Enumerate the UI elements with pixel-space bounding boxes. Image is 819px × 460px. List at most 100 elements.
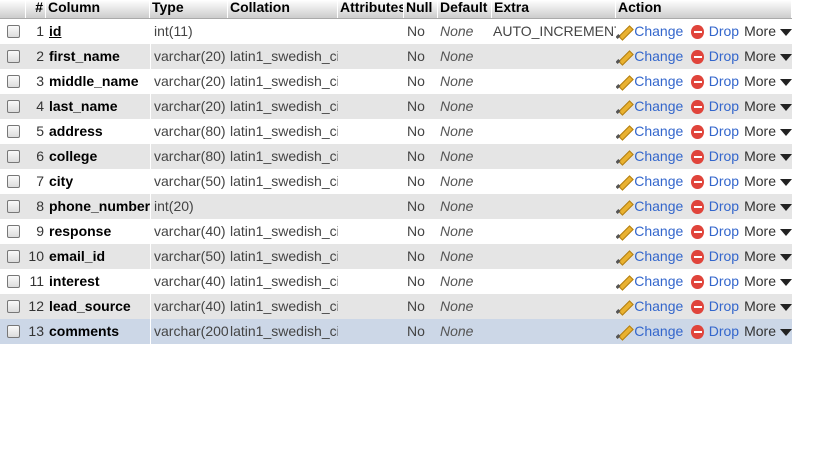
drop-circle-icon[interactable] [691, 324, 704, 339]
table-row[interactable]: 1 id int(11) No None AUTO_INCREMENT Change Drop… [0, 19, 792, 44]
more-menu[interactable]: More [744, 94, 792, 119]
row-checkbox-cell[interactable] [0, 225, 26, 238]
more-label[interactable]: More [744, 298, 776, 314]
change-link[interactable]: Change [634, 294, 683, 319]
checkbox-icon[interactable] [6, 50, 20, 63]
more-menu[interactable]: More [744, 219, 792, 244]
more-label[interactable]: More [744, 148, 776, 164]
change-link[interactable]: Change [634, 119, 683, 144]
row-checkbox-cell[interactable] [0, 25, 26, 38]
table-row[interactable]: 2 first_name varchar(20) latin1_swedish_ci N… [0, 44, 792, 69]
row-checkbox-cell[interactable] [0, 175, 26, 188]
pencil-icon[interactable] [616, 225, 630, 239]
header-collation[interactable]: Collation [228, 0, 338, 18]
header-type[interactable]: Type [150, 0, 228, 18]
drop-link[interactable]: Drop [709, 319, 739, 344]
table-row[interactable]: 8 phone_number int(20) No None Change Drop More [0, 194, 792, 219]
row-checkbox-cell[interactable] [0, 125, 26, 138]
checkbox-icon[interactable] [6, 175, 20, 188]
checkbox-icon[interactable] [6, 250, 20, 263]
drop-link[interactable]: Drop [709, 94, 739, 119]
caret-down-icon[interactable] [780, 79, 792, 86]
caret-down-icon[interactable] [780, 329, 792, 336]
pencil-icon[interactable] [616, 100, 630, 114]
drop-circle-icon[interactable] [691, 274, 704, 289]
more-label[interactable]: More [744, 198, 776, 214]
checkbox-icon[interactable] [6, 25, 20, 38]
row-checkbox-cell[interactable] [0, 50, 26, 63]
more-label[interactable]: More [744, 48, 776, 64]
header-attributes[interactable]: Attributes [338, 0, 404, 18]
pencil-icon[interactable] [616, 75, 630, 89]
change-link[interactable]: Change [634, 169, 683, 194]
more-menu[interactable]: More [744, 244, 792, 269]
checkbox-icon[interactable] [6, 150, 20, 163]
drop-link[interactable]: Drop [709, 294, 739, 319]
header-default[interactable]: Default [438, 0, 492, 18]
drop-circle-icon[interactable] [691, 249, 704, 264]
drop-link[interactable]: Drop [709, 269, 739, 294]
more-label[interactable]: More [744, 273, 776, 289]
drop-link[interactable]: Drop [709, 169, 739, 194]
change-link[interactable]: Change [634, 194, 683, 219]
drop-circle-icon[interactable] [691, 99, 704, 114]
change-link[interactable]: Change [634, 19, 683, 44]
checkbox-icon[interactable] [6, 100, 20, 113]
checkbox-icon[interactable] [6, 225, 20, 238]
more-label[interactable]: More [744, 73, 776, 89]
checkbox-icon[interactable] [6, 125, 20, 138]
drop-link[interactable]: Drop [709, 69, 739, 94]
pencil-icon[interactable] [616, 200, 630, 214]
more-menu[interactable]: More [744, 269, 792, 294]
more-menu[interactable]: More [744, 19, 792, 44]
header-column[interactable]: Column [46, 0, 150, 18]
change-link[interactable]: Change [634, 44, 683, 69]
drop-circle-icon[interactable] [691, 174, 704, 189]
drop-circle-icon[interactable] [691, 74, 704, 89]
pencil-icon[interactable] [616, 175, 630, 189]
caret-down-icon[interactable] [780, 279, 792, 286]
more-label[interactable]: More [744, 223, 776, 239]
more-label[interactable]: More [744, 23, 776, 39]
more-menu[interactable]: More [744, 294, 792, 319]
caret-down-icon[interactable] [780, 229, 792, 236]
caret-down-icon[interactable] [780, 104, 792, 111]
drop-link[interactable]: Drop [709, 244, 739, 269]
drop-circle-icon[interactable] [691, 24, 704, 39]
pencil-icon[interactable] [616, 50, 630, 64]
row-checkbox-cell[interactable] [0, 150, 26, 163]
change-link[interactable]: Change [634, 269, 683, 294]
row-checkbox-cell[interactable] [0, 325, 26, 338]
drop-link[interactable]: Drop [709, 44, 739, 69]
pencil-icon[interactable] [616, 325, 630, 339]
table-row[interactable]: 12 lead_source varchar(40) latin1_swedish_c… [0, 294, 792, 319]
checkbox-icon[interactable] [6, 75, 20, 88]
pencil-icon[interactable] [616, 300, 630, 314]
drop-link[interactable]: Drop [709, 19, 739, 44]
more-menu[interactable]: More [744, 319, 792, 344]
table-row[interactable]: 3 middle_name varchar(20) latin1_swedish_ci… [0, 69, 792, 94]
row-checkbox-cell[interactable] [0, 100, 26, 113]
table-row[interactable]: 5 address varchar(80) latin1_swedish_ci No No… [0, 119, 792, 144]
row-checkbox-cell[interactable] [0, 275, 26, 288]
more-menu[interactable]: More [744, 119, 792, 144]
pencil-icon[interactable] [616, 125, 630, 139]
drop-link[interactable]: Drop [709, 194, 739, 219]
caret-down-icon[interactable] [780, 179, 792, 186]
change-link[interactable]: Change [634, 219, 683, 244]
drop-circle-icon[interactable] [691, 49, 704, 64]
more-label[interactable]: More [744, 248, 776, 264]
drop-circle-icon[interactable] [691, 299, 704, 314]
caret-down-icon[interactable] [780, 154, 792, 161]
more-label[interactable]: More [744, 173, 776, 189]
change-link[interactable]: Change [634, 244, 683, 269]
row-checkbox-cell[interactable] [0, 300, 26, 313]
table-row[interactable]: 4 last_name varchar(20) latin1_swedish_ci No… [0, 94, 792, 119]
drop-circle-icon[interactable] [691, 124, 704, 139]
more-label[interactable]: More [744, 123, 776, 139]
drop-link[interactable]: Drop [709, 219, 739, 244]
drop-circle-icon[interactable] [691, 149, 704, 164]
caret-down-icon[interactable] [780, 129, 792, 136]
row-checkbox-cell[interactable] [0, 75, 26, 88]
caret-down-icon[interactable] [780, 204, 792, 211]
